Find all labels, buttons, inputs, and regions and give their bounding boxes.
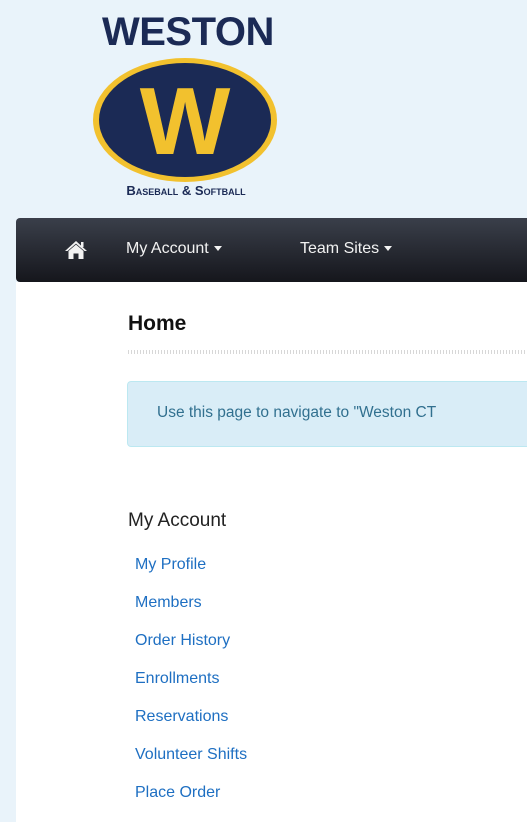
main-content: Home Use this page to navigate to "Westo… [16,282,527,822]
title-divider [128,350,527,354]
place-order-link[interactable]: Place Order [135,784,220,801]
home-icon[interactable] [64,240,88,260]
list-item: Place Order [135,784,247,822]
members-link[interactable]: Members [135,594,202,611]
logo-subtitle-text: Baseball & Softball [126,183,246,198]
list-item: Volunteer Shifts [135,746,247,784]
info-alert: Use this page to navigate to "Weston CT [127,381,527,447]
caret-down-icon [384,246,393,252]
my-account-heading: My Account [128,510,227,531]
caret-down-icon [213,246,222,252]
nav-my-account-dropdown[interactable]: My Account [126,240,222,258]
list-item: Enrollments [135,670,247,708]
site-header: WESTON W Baseball & Softball [16,0,527,218]
logo-subtitle: Baseball & Softball [86,183,286,198]
info-alert-text: Use this page to navigate to "Weston CT [157,404,437,421]
weston-logo[interactable]: WESTON W Baseball & Softball [86,6,286,206]
nav-my-account-label: My Account [126,240,209,257]
account-links-list: My Profile Members Order History Enrollm… [135,556,247,822]
nav-team-sites-label: Team Sites [300,240,380,257]
order-history-link[interactable]: Order History [135,632,230,649]
logo-emblem-icon: W [93,58,277,182]
list-item: My Profile [135,556,247,594]
enrollments-link[interactable]: Enrollments [135,670,219,687]
volunteer-shifts-link[interactable]: Volunteer Shifts [135,746,247,763]
logo-letter: W [140,68,231,175]
nav-team-sites-dropdown[interactable]: Team Sites [300,240,393,258]
list-item: Members [135,594,247,632]
page-title: Home [128,312,187,335]
reservations-link[interactable]: Reservations [135,708,228,725]
main-navbar: My Account Team Sites [16,218,527,282]
logo-wordmark: WESTON [102,10,274,54]
my-profile-link[interactable]: My Profile [135,556,206,573]
list-item: Order History [135,632,247,670]
list-item: Reservations [135,708,247,746]
